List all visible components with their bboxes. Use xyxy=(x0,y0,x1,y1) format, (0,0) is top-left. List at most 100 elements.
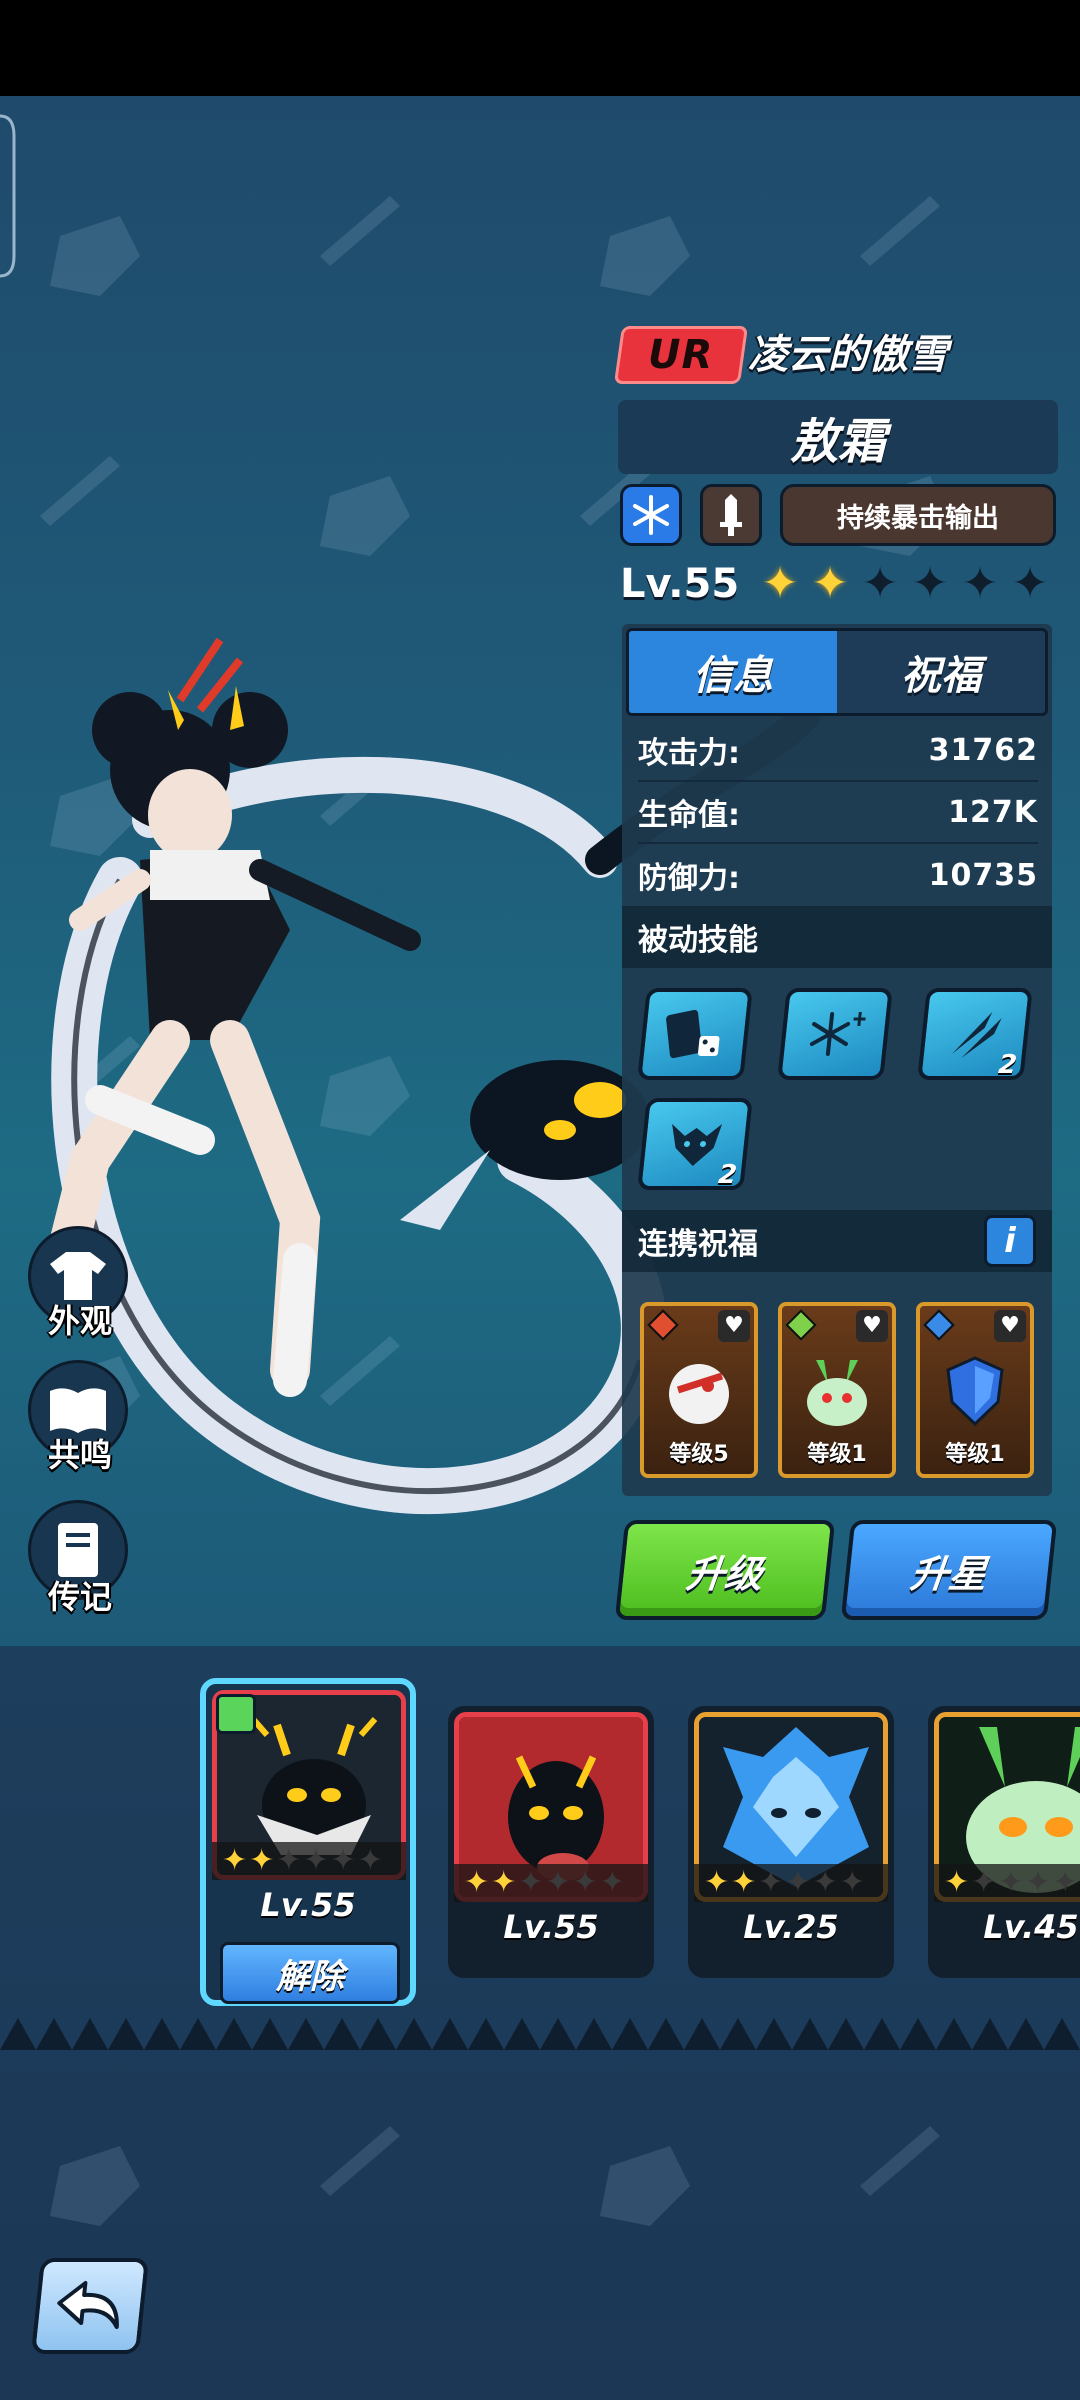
star-empty-icon: ✦ xyxy=(303,1843,329,1878)
star-empty-icon: ✦ xyxy=(572,1865,598,1900)
snowflake-glyph xyxy=(633,495,669,535)
snowflakes-icon xyxy=(809,1012,866,1056)
pet-card[interactable]: ✦✦✦✦✦✦ Lv.45 xyxy=(928,1706,1080,1978)
divider-spikes xyxy=(0,2018,1080,2050)
pet-card[interactable]: ✦ ✦ ✦ ✦ ✦ ✦ Lv.55 xyxy=(448,1706,654,1978)
stat-hp: 生命值: 127K xyxy=(638,782,1038,844)
back-arrow-icon xyxy=(57,2281,119,2329)
star-filled-icon: ✦ xyxy=(811,558,849,609)
star-empty-icon: ✦ xyxy=(330,1843,356,1878)
status-bar xyxy=(0,0,1080,96)
stat-label: 防御力: xyxy=(638,861,740,896)
star-empty-icon: ✦ xyxy=(812,1865,838,1900)
skill-level: 2 xyxy=(717,1160,739,1190)
card-level-label: 等级1 xyxy=(945,1442,1005,1467)
pet-star-rating: ✦✦✦✦✦✦ xyxy=(454,1864,648,1902)
pet-star-rating: ✦✦✦✦✦✦ xyxy=(212,1842,406,1880)
bond-card-2[interactable]: ♥ 等级1 xyxy=(778,1302,896,1478)
star-empty-icon: ✦ xyxy=(971,1865,997,1900)
passive-skill-3[interactable]: 2 xyxy=(917,988,1033,1080)
star-filled-icon: ✦ xyxy=(704,1865,730,1900)
star-filled-icon: ✦ xyxy=(731,1865,757,1900)
hero-title: 凌云的傲雪 xyxy=(748,332,948,378)
tab-blessing[interactable]: 祝福 xyxy=(837,631,1045,713)
passive-skills-header: 被动技能 xyxy=(622,906,1052,968)
book-icon xyxy=(50,1388,106,1433)
pet-star-rating: ✦✦✦✦✦✦ xyxy=(694,1864,888,1902)
white-bird-icon xyxy=(669,1364,729,1424)
pet-level: Lv.25 xyxy=(743,1908,839,1946)
cards-dice-icon xyxy=(666,1009,720,1059)
snowflake-icon[interactable] xyxy=(620,484,682,546)
bond-blessing-header: 连携祝福 i xyxy=(622,1210,1052,1272)
green-spirit-icon xyxy=(807,1360,867,1426)
passive-skill-1[interactable] xyxy=(637,988,753,1080)
left-edge-tab xyxy=(0,114,16,278)
sword-glyph xyxy=(720,494,742,536)
panel-tabs: 信息 祝福 xyxy=(626,628,1048,716)
back-button[interactable] xyxy=(30,2258,150,2354)
pet-star-rating: ✦✦✦✦✦✦ xyxy=(934,1864,1080,1902)
pet-level: Lv.45 xyxy=(983,1908,1079,1946)
star-filled-icon: ✦ xyxy=(491,1865,517,1900)
star-empty-icon: ✦ xyxy=(357,1843,383,1878)
upgrade-label: 升级 xyxy=(684,1551,765,1596)
bond-card-1[interactable]: ♥ 等级5 xyxy=(640,1302,758,1478)
star-empty-icon: ✦ xyxy=(1025,1865,1051,1900)
star-filled-icon: ✦ xyxy=(222,1843,248,1878)
hero-star-rating: ✦ ✦ ✦ ✦ ✦ ✦ xyxy=(760,560,1050,610)
biography-label: 传记 xyxy=(47,1578,112,1616)
stat-label: 生命值: xyxy=(638,798,740,833)
passive-skills-title: 被动技能 xyxy=(638,923,758,958)
card-type-tag xyxy=(923,1309,955,1341)
pet-level: Lv.55 xyxy=(503,1908,599,1946)
remove-button[interactable]: 解除 xyxy=(220,1942,400,2004)
info-button[interactable]: i xyxy=(984,1215,1036,1267)
stat-defense: 防御力: 10735 xyxy=(638,844,1038,906)
resonance-label: 共鸣 xyxy=(47,1436,112,1474)
stat-value: 10735 xyxy=(928,857,1038,893)
skill-level: 2 xyxy=(997,1050,1019,1080)
star-empty-icon: ✦ xyxy=(545,1865,571,1900)
star-up-button[interactable]: 升星 xyxy=(840,1520,1058,1620)
heart-icon: ♥ xyxy=(718,1310,750,1342)
star-empty-icon: ✦ xyxy=(276,1843,302,1878)
passive-skill-4[interactable]: 2 xyxy=(637,1098,753,1190)
heart-icon: ♥ xyxy=(994,1310,1026,1342)
tab-info[interactable]: 信息 xyxy=(629,631,837,713)
card-type-tag xyxy=(647,1309,679,1341)
passive-skill-2[interactable] xyxy=(777,988,893,1080)
stat-label: 攻击力: xyxy=(638,736,740,771)
info-panel: 信息 祝福 攻击力: 31762 生命值: 127K 防御力: 10735 被动… xyxy=(622,624,1052,1496)
star-filled-icon: ✦ xyxy=(464,1865,490,1900)
stat-value: 31762 xyxy=(928,732,1038,768)
upgrade-button[interactable]: 升级 xyxy=(614,1520,836,1620)
stat-value: 127K xyxy=(948,794,1038,830)
bond-blessing-title: 连携祝福 xyxy=(638,1227,758,1262)
star-empty-icon: ✦ xyxy=(911,558,949,609)
star-empty-icon: ✦ xyxy=(785,1865,811,1900)
star-empty-icon: ✦ xyxy=(518,1865,544,1900)
blue-shield-icon xyxy=(946,1356,1004,1427)
journal-icon xyxy=(58,1523,98,1577)
bond-card-3[interactable]: ♥ 等级1 xyxy=(916,1302,1034,1478)
pet-level: Lv.55 xyxy=(260,1886,356,1924)
star-filled-icon: ✦ xyxy=(761,558,799,609)
sword-icon[interactable] xyxy=(700,484,762,546)
star-empty-icon: ✦ xyxy=(758,1865,784,1900)
equipped-badge-icon xyxy=(216,1694,256,1734)
card-level-label: 等级5 xyxy=(669,1442,729,1467)
stat-attack: 攻击力: 31762 xyxy=(638,720,1038,782)
hero-level: Lv.55 xyxy=(620,561,740,607)
star-empty-icon: ✦ xyxy=(599,1865,625,1900)
star-empty-icon: ✦ xyxy=(998,1865,1024,1900)
heart-icon: ♥ xyxy=(856,1310,888,1342)
star-filled-icon: ✦ xyxy=(249,1843,275,1878)
card-level-label: 等级1 xyxy=(807,1442,867,1467)
hero-name: 敖霜 xyxy=(618,400,1058,474)
role-tag[interactable]: 持续暴击输出 xyxy=(780,484,1056,546)
rarity-badge: UR xyxy=(613,326,749,384)
star-filled-icon: ✦ xyxy=(944,1865,970,1900)
card-type-tag xyxy=(785,1309,817,1341)
pet-card[interactable]: ✦ ✦ ✦ ✦ ✦ ✦ Lv.25 xyxy=(688,1706,894,1978)
